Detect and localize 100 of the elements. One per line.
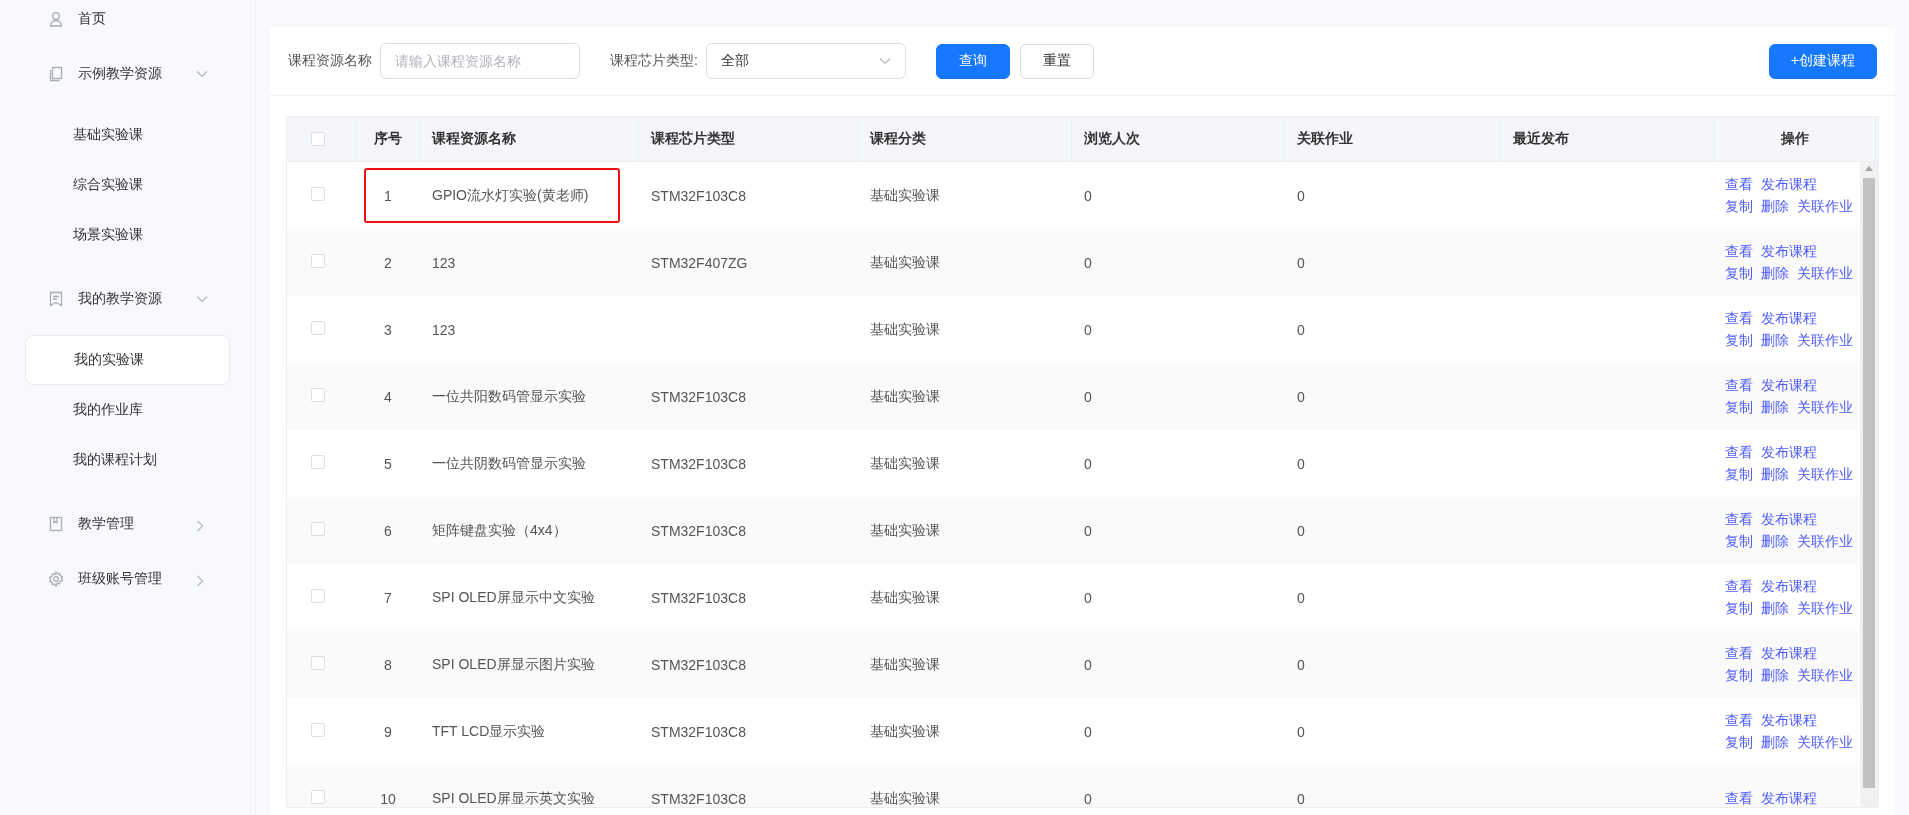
action-link[interactable]: 发布课程 (1761, 443, 1817, 462)
action-link[interactable]: 复制 (1725, 599, 1753, 618)
table-cell: SPI OLED屏显示图片实验 (432, 655, 595, 672)
chip-type-dropdown[interactable]: 全部 (705, 43, 906, 79)
action-link[interactable]: 关联作业 (1797, 465, 1853, 484)
copy-icon (48, 66, 64, 82)
table-cell: 基础实验课 (870, 253, 940, 270)
action-link[interactable]: 复制 (1725, 331, 1753, 350)
checkbox[interactable] (311, 723, 325, 737)
sidebar-item[interactable]: 班级账号管理 (48, 560, 255, 598)
checkbox[interactable] (311, 455, 325, 469)
action-link[interactable]: 发布课程 (1761, 175, 1817, 194)
action-link[interactable]: 关联作业 (1797, 532, 1853, 551)
checkbox[interactable] (311, 522, 325, 536)
action-link[interactable]: 发布课程 (1761, 242, 1817, 261)
action-link[interactable]: 发布课程 (1761, 789, 1817, 807)
action-link[interactable]: 发布课程 (1761, 309, 1817, 328)
action-link[interactable]: 查看 (1725, 577, 1753, 596)
checkbox[interactable] (311, 254, 325, 268)
sidebar-item[interactable]: 示例教学资源 (48, 55, 255, 93)
checkbox[interactable] (311, 790, 325, 804)
action-link[interactable]: 关联作业 (1797, 599, 1853, 618)
name-input-field[interactable]: 请输入课程资源名称 (380, 43, 580, 79)
settings-icon (48, 571, 64, 587)
checkbox[interactable] (311, 656, 325, 670)
table-cell: 0 (1084, 522, 1092, 539)
table-cell: 0 (1084, 455, 1092, 472)
action-link[interactable]: 查看 (1725, 644, 1753, 663)
action-link[interactable]: 查看 (1725, 376, 1753, 395)
sidebar-subitem[interactable]: 我的作业库 (25, 385, 230, 435)
action-link[interactable]: 删除 (1761, 733, 1789, 752)
action-link[interactable]: 删除 (1761, 599, 1789, 618)
action-link[interactable]: 删除 (1761, 532, 1789, 551)
sidebar-item[interactable]: 我的教学资源 (48, 280, 255, 318)
column-header: 最近发布 (1501, 117, 1715, 161)
scrollbar[interactable] (1860, 162, 1878, 807)
action-link[interactable]: 删除 (1761, 197, 1789, 216)
action-link[interactable]: 复制 (1725, 666, 1753, 685)
query-button[interactable]: 查询 (935, 43, 1010, 79)
action-link[interactable]: 删除 (1761, 465, 1789, 484)
checkbox[interactable] (311, 321, 325, 335)
table-cell: STM32F103C8 (651, 187, 746, 204)
action-link[interactable]: 查看 (1725, 175, 1753, 194)
table-cell: 0 (1084, 589, 1092, 606)
sidebar-subitem[interactable]: 基础实验课 (25, 110, 230, 160)
table-cell: 0 (1084, 790, 1092, 807)
sidebar-subitem[interactable]: 场景实验课 (25, 210, 230, 260)
action-link[interactable]: 复制 (1725, 532, 1753, 551)
action-link[interactable]: 删除 (1761, 398, 1789, 417)
table-cell: STM32F103C8 (651, 455, 746, 472)
table-cell: 基础实验课 (870, 387, 940, 404)
table-cell: 0 (1297, 388, 1305, 405)
action-link[interactable]: 复制 (1725, 398, 1753, 417)
table-cell: 7 (384, 589, 392, 606)
action-link[interactable]: 关联作业 (1797, 197, 1853, 216)
action-link[interactable]: 关联作业 (1797, 733, 1853, 752)
checkbox[interactable] (311, 132, 325, 146)
sidebar-item[interactable]: 首页 (48, 0, 255, 38)
action-link[interactable]: 查看 (1725, 711, 1753, 730)
action-link[interactable]: 查看 (1725, 309, 1753, 328)
sidebar-subitem[interactable]: 综合实验课 (25, 160, 230, 210)
action-link[interactable]: 复制 (1725, 264, 1753, 283)
action-link[interactable]: 查看 (1725, 443, 1753, 462)
user-icon (48, 11, 64, 27)
sidebar-item[interactable]: 教学管理 (48, 505, 255, 543)
sidebar-subitem[interactable]: 我的实验课 (25, 335, 230, 385)
action-link[interactable]: 查看 (1725, 242, 1753, 261)
action-link[interactable]: 发布课程 (1761, 644, 1817, 663)
table-cell: 1 (384, 187, 392, 204)
action-link[interactable]: 查看 (1725, 510, 1753, 529)
action-link[interactable]: 发布课程 (1761, 711, 1817, 730)
action-link[interactable]: 发布课程 (1761, 510, 1817, 529)
create-course-button[interactable]: +创建课程 (1768, 43, 1877, 79)
checkbox[interactable] (311, 388, 325, 402)
sidebar-subitem[interactable]: 我的课程计划 (25, 435, 230, 485)
document-icon (48, 291, 64, 307)
action-link[interactable]: 关联作业 (1797, 666, 1853, 685)
checkbox[interactable] (311, 187, 325, 201)
action-link[interactable]: 删除 (1761, 331, 1789, 350)
column-header: 序号 (356, 117, 420, 161)
action-link[interactable]: 删除 (1761, 666, 1789, 685)
action-link[interactable]: 关联作业 (1797, 398, 1853, 417)
checkbox[interactable] (311, 589, 325, 603)
action-link[interactable]: 删除 (1761, 264, 1789, 283)
action-link[interactable]: 关联作业 (1797, 331, 1853, 350)
table-cell: 0 (1084, 656, 1092, 673)
table-cell: SPI OLED屏显示中文实验 (432, 588, 595, 605)
reset-button[interactable]: 重置 (1019, 43, 1094, 79)
action-link[interactable]: 关联作业 (1797, 264, 1853, 283)
table-cell: 9 (384, 723, 392, 740)
table-cell: 123 (432, 254, 456, 271)
action-link[interactable]: 查看 (1725, 789, 1753, 807)
action-link[interactable]: 复制 (1725, 733, 1753, 752)
action-link[interactable]: 复制 (1725, 197, 1753, 216)
action-link[interactable]: 复制 (1725, 465, 1753, 484)
action-link[interactable]: 发布课程 (1761, 577, 1817, 596)
table-cell: 0 (1084, 187, 1092, 204)
table-cell: 一位共阳数码管显示实验 (432, 387, 586, 404)
action-link[interactable]: 发布课程 (1761, 376, 1817, 395)
column-header: 关联作业 (1285, 117, 1501, 161)
